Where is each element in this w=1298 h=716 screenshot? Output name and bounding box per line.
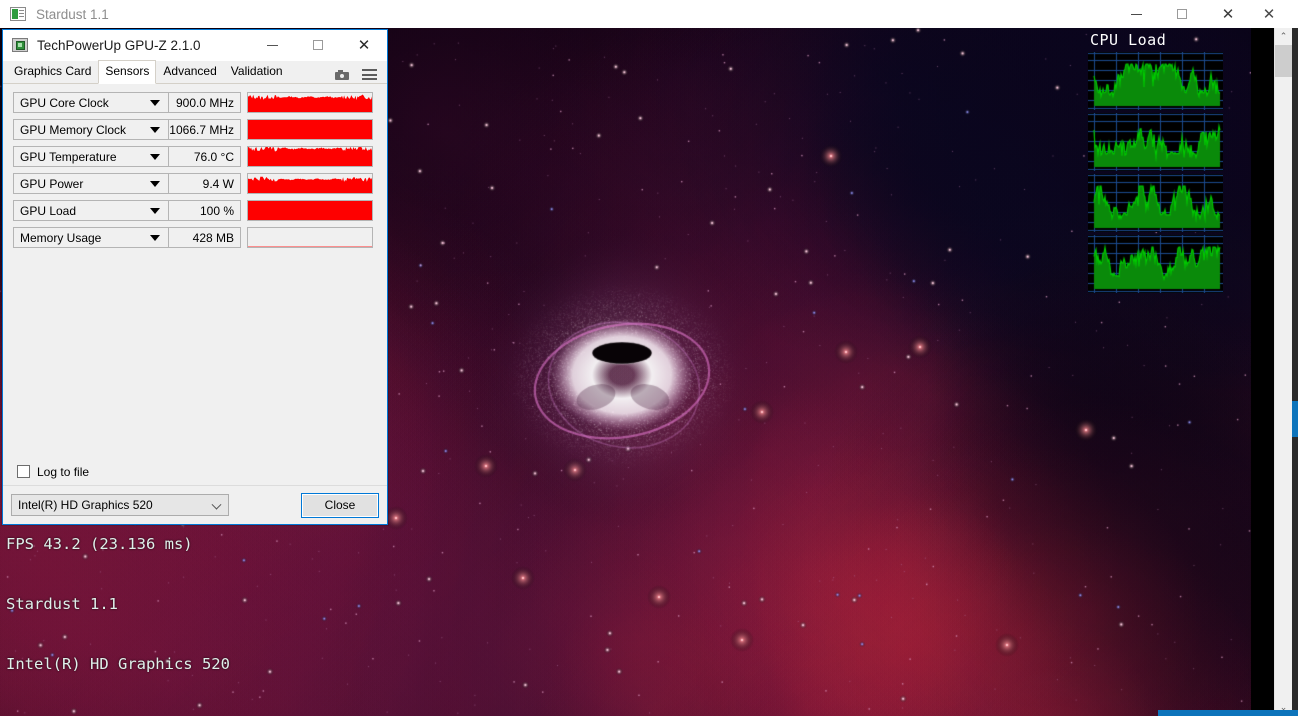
sensor-history-graph: [247, 119, 373, 140]
sensor-name-label: GPU Load: [20, 203, 77, 218]
caret-down-icon: [150, 99, 160, 106]
cpu-load-title: CPU Load: [1090, 31, 1167, 49]
sensor-row: GPU Power 9.4 W: [13, 173, 377, 194]
sensor-value: 100 %: [169, 200, 241, 221]
stardust-close-button[interactable]: ✕: [1205, 0, 1251, 28]
sensor-name-label: GPU Memory Clock: [20, 122, 127, 137]
sensor-value: 428 MB: [169, 227, 241, 248]
sensor-history-graph: [247, 173, 373, 194]
gpuz-title: TechPowerUp GPU-Z 2.1.0: [37, 37, 201, 53]
fps-line: FPS 43.2 (23.136 ms): [6, 535, 193, 553]
sensor-value: 1066.7 MHz: [169, 119, 241, 140]
gpuz-titlebar[interactable]: TechPowerUp GPU-Z 2.1.0 ✕: [3, 30, 387, 61]
gpuz-close-window-button[interactable]: ✕: [341, 30, 387, 60]
caret-down-icon: [150, 180, 160, 187]
bottom-accent-bar: [1158, 710, 1298, 716]
sensor-row: Memory Usage 428 MB: [13, 227, 377, 248]
sensor-history-graph: [247, 227, 373, 248]
cpu-core-graph: [1088, 235, 1223, 293]
caret-down-icon: [150, 153, 160, 160]
gpuz-footer: Intel(R) HD Graphics 520 Close: [3, 486, 387, 524]
gpuz-app-icon: [12, 38, 28, 52]
gpuz-tab-bar-icons: [335, 69, 387, 83]
gpuz-tab-bar: Graphics Card Sensors Advanced Validation: [3, 60, 387, 84]
log-to-file-checkbox[interactable]: [17, 465, 30, 478]
gpu-select-value: Intel(R) HD Graphics 520: [18, 498, 153, 512]
scrollbar-accent-marker: [1292, 401, 1298, 437]
sensor-name-dropdown[interactable]: GPU Memory Clock: [13, 119, 169, 140]
log-to-file-row[interactable]: Log to file: [3, 458, 387, 486]
gpu-name-line: Intel(R) HD Graphics 520: [6, 655, 230, 673]
sensor-name-dropdown[interactable]: GPU Core Clock: [13, 92, 169, 113]
stardust-titlebar[interactable]: Stardust 1.1 ✕: [0, 0, 1251, 28]
gpuz-maximize-button[interactable]: [295, 30, 341, 60]
sensor-value: 76.0 °C: [169, 146, 241, 167]
cpu-core-graph: [1088, 113, 1223, 171]
log-to-file-label: Log to file: [37, 464, 90, 479]
sensor-name-label: Memory Usage: [20, 230, 102, 245]
camera-icon[interactable]: [335, 69, 349, 80]
sensor-name-label: GPU Power: [20, 176, 84, 191]
hamburger-menu-icon[interactable]: [362, 69, 377, 80]
sensor-row: GPU Core Clock 900.0 MHz: [13, 92, 377, 113]
sensor-name-dropdown[interactable]: GPU Load: [13, 200, 169, 221]
scroll-up-arrow-icon[interactable]: ⌃: [1275, 28, 1292, 45]
sensor-name-label: GPU Core Clock: [20, 95, 109, 110]
cpu-core-graph-list: [1088, 52, 1226, 293]
tab-sensors[interactable]: Sensors: [98, 60, 157, 84]
gpu-select-dropdown[interactable]: Intel(R) HD Graphics 520: [11, 494, 229, 516]
gpuz-minimize-button[interactable]: [249, 30, 295, 60]
sensor-name-dropdown[interactable]: GPU Power: [13, 173, 169, 194]
gpuz-sensors-panel: GPU Core Clock 900.0 MHz GPU Memory Clock 1…: [3, 84, 387, 486]
stardust-title: Stardust 1.1: [36, 6, 109, 22]
chevron-down-icon: [211, 499, 222, 510]
sensor-value: 900.0 MHz: [169, 92, 241, 113]
cpu-load-widget: CPU Load: [1088, 28, 1226, 302]
close-button[interactable]: Close: [301, 492, 379, 518]
caret-down-icon: [150, 234, 160, 241]
tab-graphics-card[interactable]: Graphics Card: [7, 60, 98, 83]
caret-down-icon: [150, 126, 160, 133]
caret-down-icon: [150, 207, 160, 214]
tab-validation[interactable]: Validation: [224, 60, 290, 83]
sensor-name-label: GPU Temperature: [20, 149, 117, 164]
stardust-window-controls: ✕: [1113, 0, 1251, 28]
sensor-value: 9.4 W: [169, 173, 241, 194]
sensor-name-dropdown[interactable]: GPU Temperature: [13, 146, 169, 167]
fps-overlay: FPS 43.2 (23.136 ms) Stardust 1.1 Intel(…: [6, 494, 230, 714]
sensor-row: GPU Temperature 76.0 °C: [13, 146, 377, 167]
sensor-row: GPU Memory Clock 1066.7 MHz: [13, 119, 377, 140]
sensor-history-graph: [247, 200, 373, 221]
tab-advanced[interactable]: Advanced: [156, 60, 223, 83]
vertical-scrollbar[interactable]: ⌃ ⌄: [1274, 28, 1292, 716]
gpuz-window: TechPowerUp GPU-Z 2.1.0 ✕ Graphics Card S…: [2, 29, 388, 525]
stardust-app-icon: [10, 7, 26, 21]
stardust-maximize-button[interactable]: [1159, 0, 1205, 28]
cpu-core-graph: [1088, 174, 1223, 232]
window-right-gutter: [1292, 28, 1298, 716]
sensor-row: GPU Load 100 %: [13, 200, 377, 221]
gpuz-window-controls: ✕: [249, 30, 387, 60]
stardust-minimize-button[interactable]: [1113, 0, 1159, 28]
sensor-history-graph: [247, 146, 373, 167]
sensor-name-dropdown[interactable]: Memory Usage: [13, 227, 169, 248]
app-version-line: Stardust 1.1: [6, 595, 118, 613]
scrollbar-thumb[interactable]: [1275, 45, 1292, 77]
sensor-history-graph: [247, 92, 373, 113]
cpu-core-graph: [1088, 52, 1223, 110]
